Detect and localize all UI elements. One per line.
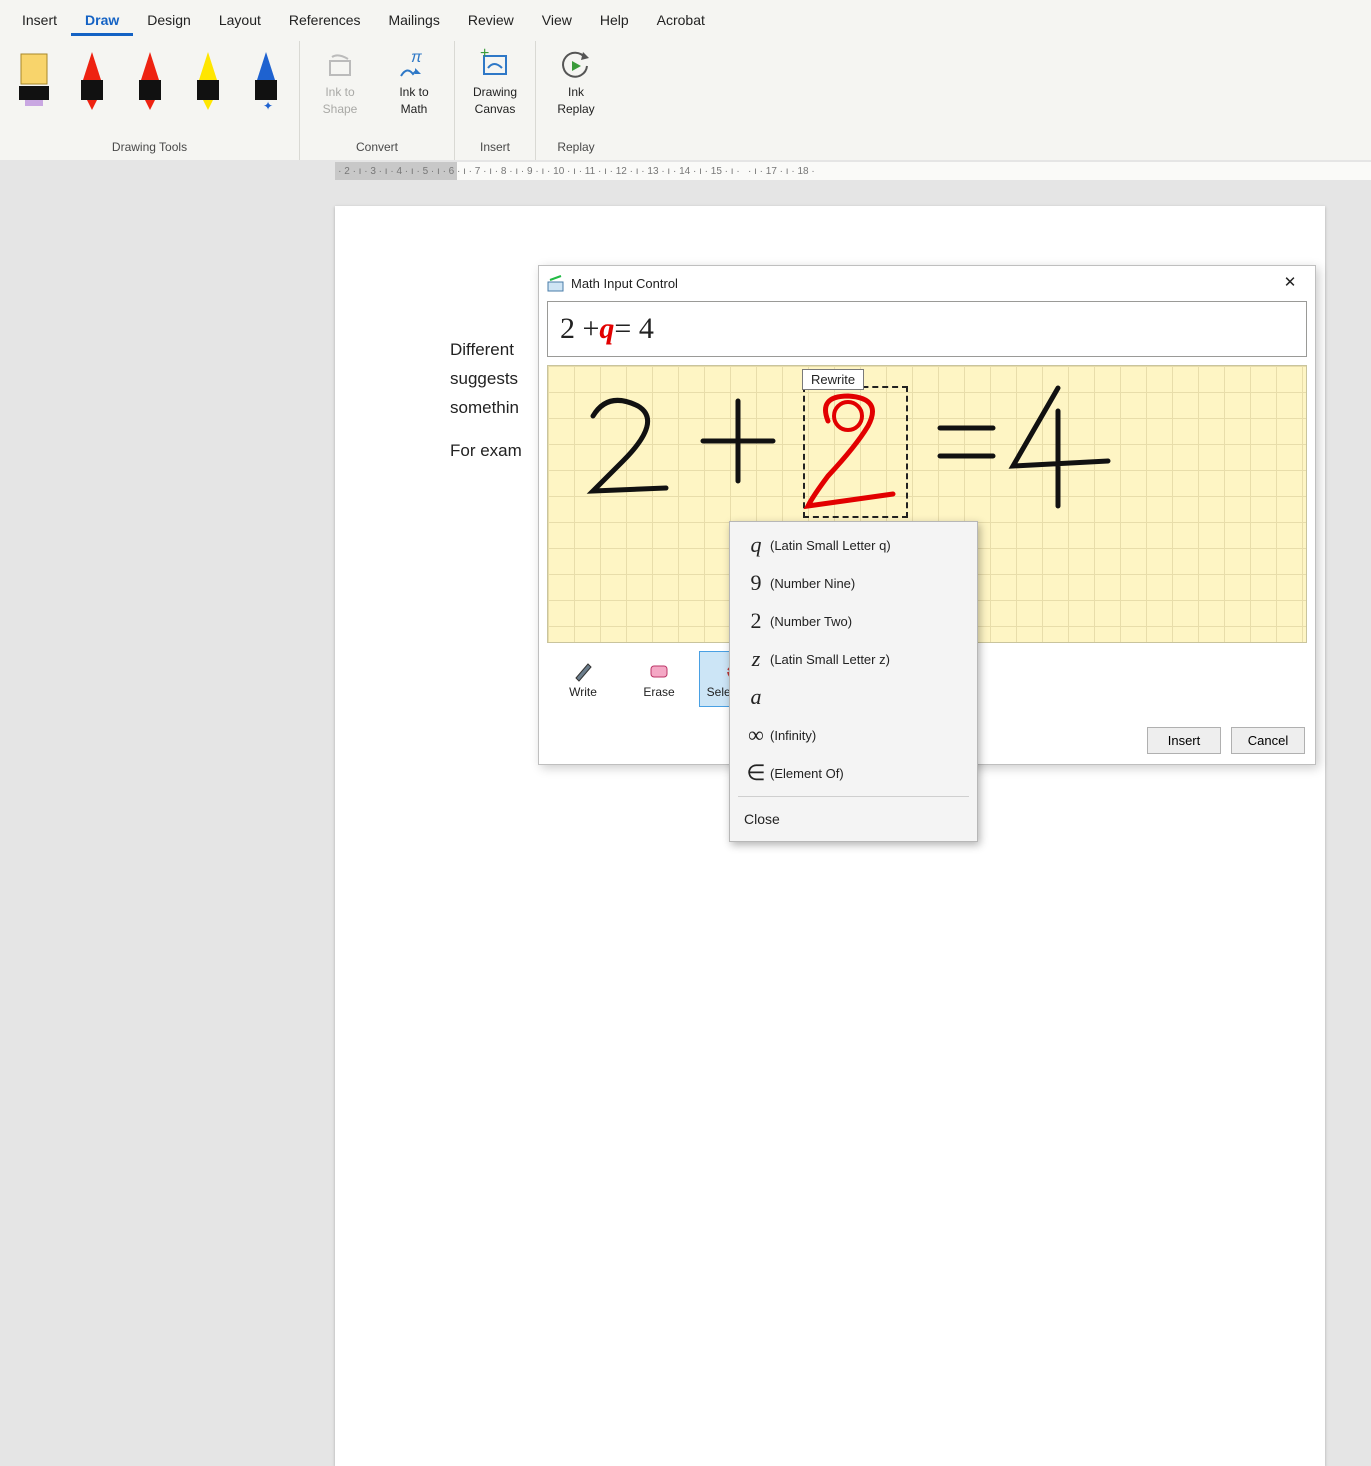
pen-icon xyxy=(572,660,594,682)
ctx-item-infinity[interactable]: ∞ (Infinity) xyxy=(730,716,977,754)
tab-draw[interactable]: Draw xyxy=(71,4,133,36)
svg-text:+: + xyxy=(480,48,489,62)
svg-text:✦: ✦ xyxy=(263,99,273,112)
pen-red-1[interactable] xyxy=(70,48,114,112)
ink-replay-label-l1: Ink xyxy=(568,85,584,99)
erase-tool-label: Erase xyxy=(643,685,674,699)
eraser-icon xyxy=(648,660,670,682)
drawing-canvas-icon: + xyxy=(478,48,512,82)
recognized-equation-box: 2 + q = 4 xyxy=(547,301,1307,357)
pen-highlighter-yellow[interactable] xyxy=(12,48,56,112)
ctx-item-z[interactable]: z (Latin Small Letter z) xyxy=(730,640,977,678)
ctx-sym: ∞ xyxy=(742,722,770,748)
ctx-item-9[interactable]: 9 (Number Nine) xyxy=(730,564,977,602)
tab-review[interactable]: Review xyxy=(454,4,528,36)
math-input-icon xyxy=(547,275,565,293)
group-label-drawing-tools: Drawing Tools xyxy=(10,140,289,157)
recognized-prefix: 2 + xyxy=(560,312,599,346)
tab-design[interactable]: Design xyxy=(133,4,205,36)
dialog-footer: Insert Cancel xyxy=(1147,727,1305,754)
svg-text:π: π xyxy=(411,49,422,66)
recognized-highlight: q xyxy=(599,312,614,346)
ctx-desc: (Number Nine) xyxy=(770,576,855,591)
pen-red-2[interactable] xyxy=(128,48,172,112)
ink-to-shape-button: Ink to Shape xyxy=(310,48,370,116)
drawing-canvas-button[interactable]: + Drawing Canvas xyxy=(465,48,525,116)
pen-highlighter-yellow-2[interactable] xyxy=(186,48,230,112)
ink-to-math-icon: π xyxy=(397,48,431,82)
ctx-separator xyxy=(738,796,969,797)
ctx-item-2[interactable]: 2 (Number Two) xyxy=(730,602,977,640)
ink-to-shape-icon xyxy=(323,48,357,82)
write-tool-button[interactable]: Write xyxy=(547,651,619,707)
ruler-row: · 2 · ı · 1 · ı · ı · 1 · ı · 2 · ı · 3 … xyxy=(0,160,1371,184)
erase-tool-button[interactable]: Erase xyxy=(623,651,695,707)
ctx-desc: (Latin Small Letter q) xyxy=(770,538,891,553)
ctx-sym: z xyxy=(742,646,770,672)
ink-replay-label-l2: Replay xyxy=(557,102,594,116)
ctx-close-item[interactable]: Close xyxy=(730,801,977,837)
tab-layout[interactable]: Layout xyxy=(205,4,275,36)
ctx-sym: a xyxy=(742,684,770,710)
ink-to-math-label-l2: Math xyxy=(401,102,428,116)
drawing-canvas-label-l1: Drawing xyxy=(473,85,517,99)
tab-insert[interactable]: Insert xyxy=(8,4,71,36)
ctx-desc: (Element Of) xyxy=(770,766,844,781)
close-icon: ✕ xyxy=(1284,273,1297,291)
ink-to-math-button[interactable]: π Ink to Math xyxy=(384,48,444,116)
tab-help[interactable]: Help xyxy=(586,4,643,36)
tab-mailings[interactable]: Mailings xyxy=(374,4,453,36)
ink-replay-icon xyxy=(559,48,593,82)
ink-to-shape-label-l1: Ink to xyxy=(325,85,354,99)
menu-bar: Insert Draw Design Layout References Mai… xyxy=(0,0,1371,36)
tab-acrobat[interactable]: Acrobat xyxy=(643,4,719,36)
group-label-insert: Insert xyxy=(465,140,525,157)
ink-replay-button[interactable]: Ink Replay xyxy=(546,48,606,116)
recognized-suffix: = 4 xyxy=(614,312,653,346)
group-label-replay: Replay xyxy=(546,140,606,157)
group-label-convert: Convert xyxy=(310,140,444,157)
ribbon: ✦ Drawing Tools Ink to Shape π Ink to Ma… xyxy=(0,36,1371,160)
ctx-item-a[interactable]: a xyxy=(730,678,977,716)
dialog-titlebar[interactable]: Math Input Control ✕ xyxy=(539,266,1315,301)
pen-blue-sparkle[interactable]: ✦ xyxy=(244,48,288,112)
tab-references[interactable]: References xyxy=(275,4,375,36)
insert-button[interactable]: Insert xyxy=(1147,727,1221,754)
ctx-sym: 9 xyxy=(742,570,770,596)
ctx-item-q[interactable]: q (Latin Small Letter q) xyxy=(730,526,977,564)
ink-to-math-label-l1: Ink to xyxy=(399,85,428,99)
dialog-title: Math Input Control xyxy=(571,276,678,291)
ctx-sym: ∈ xyxy=(742,760,770,786)
ink-to-shape-label-l2: Shape xyxy=(323,102,358,116)
ctx-sym: q xyxy=(742,532,770,558)
write-tool-label: Write xyxy=(569,685,597,699)
rewrite-tooltip: Rewrite xyxy=(802,369,864,390)
ctx-desc: (Number Two) xyxy=(770,614,852,629)
dialog-close-button[interactable]: ✕ xyxy=(1269,266,1311,298)
ctx-desc: (Latin Small Letter z) xyxy=(770,652,890,667)
ctx-item-element-of[interactable]: ∈ (Element Of) xyxy=(730,754,977,792)
ctx-sym: 2 xyxy=(742,608,770,634)
correction-context-menu: q (Latin Small Letter q) 9 (Number Nine)… xyxy=(729,521,978,842)
cancel-button[interactable]: Cancel xyxy=(1231,727,1305,754)
ctx-desc: (Infinity) xyxy=(770,728,816,743)
horizontal-ruler[interactable]: · 2 · ı · 1 · ı · ı · 1 · ı · 2 · ı · 3 … xyxy=(335,162,1371,180)
drawing-canvas-label-l2: Canvas xyxy=(475,102,516,116)
tab-view[interactable]: View xyxy=(528,4,586,36)
